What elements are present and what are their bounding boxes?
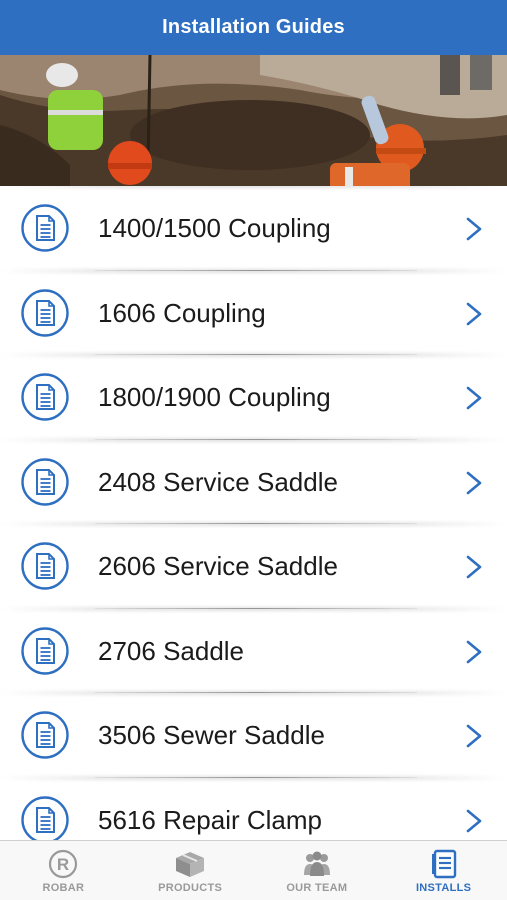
chevron-right-icon <box>466 555 482 579</box>
guide-row[interactable]: 1606 Coupling <box>0 270 507 355</box>
document-icon <box>21 288 69 337</box>
guide-row[interactable]: 3506 Sewer Saddle <box>0 693 507 778</box>
tab-our-team[interactable]: OUR TEAM <box>254 841 381 900</box>
chevron-right-icon <box>466 809 482 832</box>
chevron-right-icon <box>466 724 482 748</box>
tab-bar: R ROBAR PRODUCTS OUR TEAM INSTALLS <box>0 840 507 900</box>
guide-label: 3506 Sewer Saddle <box>98 720 325 750</box>
tab-robar[interactable]: R ROBAR <box>0 841 127 900</box>
document-icon <box>431 849 456 879</box>
guides-list: 1400/1500 Coupling 1606 Coupling 1800/1900… <box>0 186 507 840</box>
hero-image <box>0 55 507 186</box>
guide-label: 5616 Repair Clamp <box>98 804 323 835</box>
robar-logo-icon: R <box>49 849 78 879</box>
document-icon <box>21 457 69 506</box>
document-icon <box>21 626 69 675</box>
chevron-right-icon <box>466 217 482 241</box>
document-icon <box>21 542 69 590</box>
tab-label: OUR TEAM <box>286 882 348 894</box>
chevron-right-icon <box>466 640 482 663</box>
guide-row[interactable]: 2606 Service Saddle <box>0 524 507 609</box>
guide-label: 1800/1900 Coupling <box>98 382 331 412</box>
guide-label: 1400/1500 Coupling <box>98 213 331 243</box>
document-icon <box>21 795 69 840</box>
document-icon <box>21 373 69 421</box>
guide-row[interactable]: 2706 Saddle <box>0 608 507 693</box>
document-icon <box>21 204 69 252</box>
guide-label: 2606 Service Saddle <box>98 551 338 581</box>
chevron-right-icon <box>466 302 482 325</box>
tab-label: INSTALLS <box>415 882 472 894</box>
svg-text:R: R <box>57 855 69 874</box>
tab-installs[interactable]: INSTALLS <box>380 841 507 900</box>
chevron-right-icon <box>466 386 482 410</box>
tab-products[interactable]: PRODUCTS <box>127 841 254 900</box>
guide-label: 1606 Coupling <box>98 297 266 328</box>
page-title: Installation Guides <box>162 16 345 38</box>
tab-label: PRODUCTS <box>158 882 223 894</box>
guide-label: 2706 Saddle <box>98 635 245 666</box>
guide-row[interactable]: 5616 Repair Clamp <box>0 777 507 840</box>
guide-label: 2408 Service Saddle <box>98 466 338 497</box>
document-icon <box>21 711 69 759</box>
tab-label: ROBAR <box>42 882 85 894</box>
box-icon <box>176 852 205 877</box>
guide-row[interactable]: 1800/1900 Coupling <box>0 355 507 440</box>
guide-row[interactable]: 2408 Service Saddle <box>0 439 507 524</box>
team-icon <box>303 851 330 876</box>
chevron-right-icon <box>466 471 482 494</box>
guide-row[interactable]: 1400/1500 Coupling <box>0 186 507 271</box>
nav-bar: Installation Guides <box>0 0 507 55</box>
